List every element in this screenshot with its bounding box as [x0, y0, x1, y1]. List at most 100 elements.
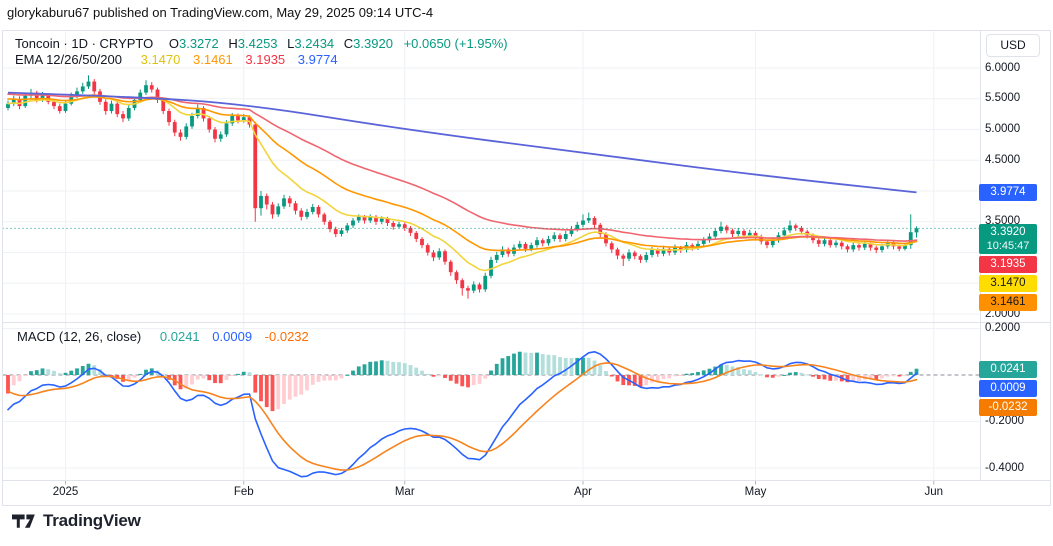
candle[interactable]: [615, 249, 620, 256]
candle[interactable]: [552, 235, 557, 239]
candle[interactable]: [857, 245, 861, 248]
symbol-legend[interactable]: Toncoin · 1D · CRYPTO O3.3272 H3.4253 L3…: [15, 36, 508, 51]
candle[interactable]: [80, 86, 85, 92]
candle[interactable]: [713, 230, 718, 237]
candle[interactable]: [293, 203, 298, 211]
candle[interactable]: [793, 225, 798, 228]
candle[interactable]: [765, 241, 769, 246]
candle[interactable]: [356, 216, 361, 221]
candle[interactable]: [115, 103, 120, 115]
candle[interactable]: [172, 122, 177, 133]
candle[interactable]: [592, 218, 597, 225]
candle[interactable]: [471, 284, 476, 291]
candle[interactable]: [494, 254, 499, 260]
candle[interactable]: [742, 230, 746, 236]
candle[interactable]: [236, 115, 240, 121]
macd-legend[interactable]: MACD (12, 26, close) 0.0241 0.0009 -0.02…: [17, 329, 309, 344]
candle[interactable]: [92, 81, 97, 92]
candle[interactable]: [316, 206, 321, 215]
candle[interactable]: [339, 230, 344, 235]
candle[interactable]: [581, 220, 585, 225]
candle[interactable]: [178, 132, 183, 137]
candle[interactable]: [443, 251, 447, 262]
candle[interactable]: [379, 218, 384, 222]
candle[interactable]: [310, 206, 315, 212]
candle[interactable]: [914, 228, 919, 233]
candle[interactable]: [747, 232, 752, 236]
candle[interactable]: [121, 114, 125, 119]
candle[interactable]: [845, 246, 850, 250]
candle[interactable]: [483, 275, 488, 290]
candle[interactable]: [609, 243, 614, 250]
candle[interactable]: [299, 210, 304, 217]
candle[interactable]: [632, 252, 637, 257]
candle[interactable]: [109, 103, 114, 112]
candle[interactable]: [218, 134, 223, 139]
candle[interactable]: [264, 195, 269, 205]
tradingview-logo[interactable]: TradingView: [12, 511, 141, 531]
candle[interactable]: [431, 252, 436, 258]
candle[interactable]: [627, 252, 631, 259]
candle[interactable]: [828, 240, 833, 246]
candle[interactable]: [207, 118, 212, 130]
candle[interactable]: [719, 226, 723, 231]
candle[interactable]: [880, 246, 884, 251]
candle[interactable]: [86, 81, 91, 87]
candle[interactable]: [52, 101, 56, 107]
candle[interactable]: [644, 254, 649, 260]
candle[interactable]: [701, 240, 706, 244]
candle[interactable]: [241, 117, 246, 121]
candle[interactable]: [862, 243, 867, 248]
candle[interactable]: [540, 240, 545, 244]
candle[interactable]: [351, 220, 355, 226]
candle[interactable]: [224, 123, 229, 135]
candle[interactable]: [448, 261, 453, 273]
candle[interactable]: [23, 95, 28, 107]
ema-legend[interactable]: EMA 12/26/50/200 3.1470 3.1461 3.1935 3.…: [15, 52, 338, 67]
candle[interactable]: [397, 224, 401, 227]
candle[interactable]: [517, 243, 522, 248]
candle[interactable]: [63, 103, 68, 112]
candle[interactable]: [839, 242, 844, 247]
candle[interactable]: [322, 214, 327, 222]
candle[interactable]: [621, 255, 626, 259]
candle[interactable]: [874, 247, 879, 251]
candle[interactable]: [184, 126, 189, 137]
candle[interactable]: [897, 246, 902, 249]
candle[interactable]: [650, 250, 654, 255]
candle[interactable]: [529, 245, 534, 249]
candle[interactable]: [149, 85, 154, 90]
candle[interactable]: [558, 235, 562, 239]
candle[interactable]: [822, 240, 827, 244]
candle[interactable]: [816, 240, 821, 244]
candle[interactable]: [126, 107, 131, 119]
candle[interactable]: [270, 204, 275, 215]
candle[interactable]: [414, 232, 419, 239]
chart-canvas[interactable]: [0, 0, 1053, 546]
candle[interactable]: [259, 195, 263, 209]
candle[interactable]: [287, 198, 292, 204]
candle[interactable]: [782, 230, 787, 236]
candle[interactable]: [213, 129, 217, 139]
candle[interactable]: [638, 256, 643, 260]
candle[interactable]: [523, 243, 528, 249]
candle[interactable]: [546, 238, 551, 244]
candle[interactable]: [402, 224, 407, 228]
candle[interactable]: [420, 238, 424, 246]
candle[interactable]: [535, 240, 539, 246]
candle[interactable]: [276, 206, 281, 215]
candle[interactable]: [851, 245, 856, 250]
candle[interactable]: [834, 242, 838, 246]
candle[interactable]: [586, 218, 591, 221]
candle[interactable]: [333, 229, 338, 235]
candle[interactable]: [466, 288, 470, 291]
candle[interactable]: [460, 280, 465, 289]
candle[interactable]: [563, 234, 568, 239]
candle[interactable]: [167, 111, 171, 123]
candle[interactable]: [425, 245, 430, 253]
candle[interactable]: [477, 284, 482, 290]
candle[interactable]: [103, 101, 108, 112]
candle[interactable]: [305, 211, 309, 217]
candle[interactable]: [454, 272, 459, 281]
candle[interactable]: [190, 115, 194, 127]
